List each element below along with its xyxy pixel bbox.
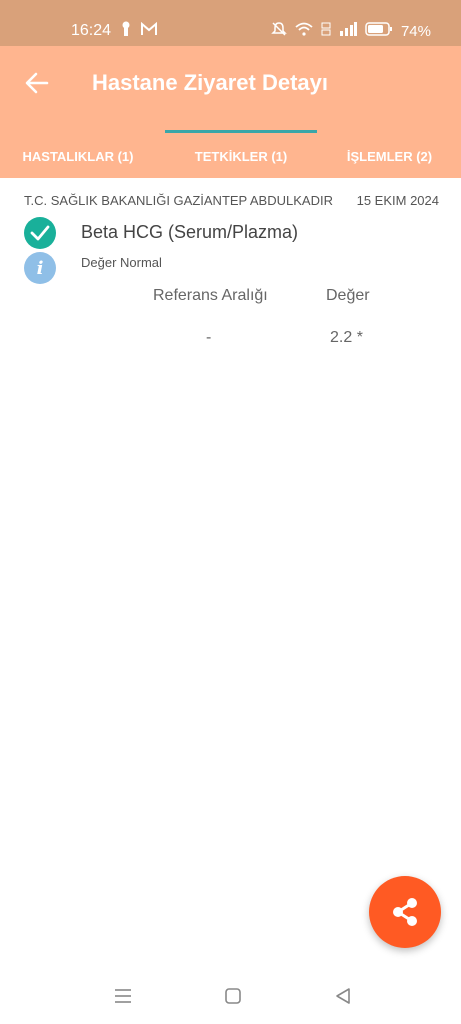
check-icon	[24, 217, 56, 249]
value-header: Değer	[326, 287, 370, 304]
back-icon[interactable]	[332, 985, 354, 1007]
mute-icon	[271, 21, 287, 41]
result-value: 2.2 *	[330, 329, 363, 346]
volte-icon	[321, 21, 331, 41]
result-date: 15 EKIM 2024	[356, 193, 439, 208]
page-title: Hastane Ziyaret Detayı	[92, 70, 328, 95]
reference-range-header: Referans Aralığı	[153, 287, 268, 304]
wifi-icon	[295, 22, 313, 40]
share-button[interactable]	[369, 876, 441, 948]
back-button[interactable]	[22, 68, 52, 98]
status-time: 16:24	[71, 22, 112, 39]
tab-islemler[interactable]: İŞLEMLER (2)	[318, 134, 461, 178]
share-icon	[393, 898, 417, 926]
tab-bar: HASTALIKLAR (1) TETKİKLER (1) İŞLEMLER (…	[0, 134, 461, 178]
tab-indicator	[165, 130, 317, 133]
battery-percent: 74%	[400, 22, 431, 40]
mail-icon	[141, 21, 157, 41]
lock-icon	[121, 21, 131, 42]
menu-icon[interactable]	[112, 985, 134, 1007]
navigation-bar	[0, 965, 461, 1024]
tab-hastaliklar[interactable]: HASTALIKLAR (1)	[0, 134, 156, 178]
result-header: T.C. SAĞLIK BAKANLIĞI GAZİANTEP ABDULKAD…	[24, 193, 439, 208]
home-icon[interactable]	[222, 985, 244, 1007]
status-bar: 16:24 74%	[0, 0, 461, 46]
reference-range-value: -	[206, 329, 212, 346]
test-name: Beta HCG (Serum/Plazma)	[81, 222, 299, 242]
battery-icon	[365, 22, 393, 40]
result-status: Değer Normal	[81, 255, 162, 270]
app-bar: Hastane Ziyaret Detayı HASTALIKLAR (1) T…	[0, 46, 461, 178]
tab-tetkikler[interactable]: TETKİKLER (1)	[165, 134, 317, 178]
info-icon: i	[24, 252, 56, 284]
organization-name: T.C. SAĞLIK BAKANLIĞI GAZİANTEP ABDULKAD…	[24, 193, 333, 208]
signal-icon	[339, 22, 357, 40]
arrow-left-icon	[25, 72, 49, 94]
